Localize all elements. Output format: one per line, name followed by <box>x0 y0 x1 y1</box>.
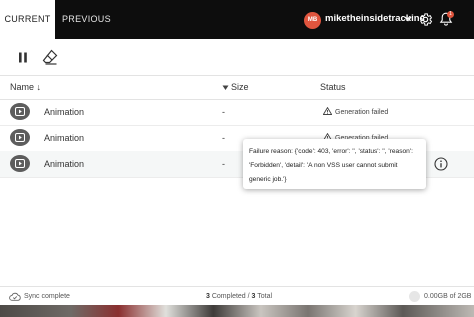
info-icon[interactable] <box>434 157 448 171</box>
row-status-text: Generation failed <box>335 109 389 116</box>
row-name: Animation <box>44 159 85 169</box>
storage-usage: 0.00GB of 2GB <box>424 293 472 300</box>
caret-down-icon <box>222 85 229 90</box>
status-footer: Sync complete 3 Completed / 3 Total 0.00… <box>0 286 474 306</box>
table-header: Name ↓ Size Status <box>0 76 474 100</box>
sync-status: Sync complete <box>24 293 70 300</box>
background-artwork <box>0 305 474 317</box>
video-icon <box>10 155 30 172</box>
row-status: Generation failed <box>322 106 389 116</box>
top-bar: CURRENT PREVIOUS MB miketheinsidetrackin… <box>0 0 474 39</box>
row-name: Animation <box>44 133 85 143</box>
pause-icon[interactable] <box>18 52 28 63</box>
completed-label: Completed / <box>209 293 252 300</box>
column-size-label: Size <box>231 82 249 92</box>
row-size: - <box>222 159 225 169</box>
storage-usage-indicator <box>409 291 420 302</box>
column-status-header[interactable]: Status <box>320 82 346 92</box>
table-row[interactable]: Animation - Generation failed <box>0 99 474 126</box>
row-name: Animation <box>44 107 85 117</box>
column-size-header[interactable]: Size <box>222 82 249 92</box>
eraser-icon[interactable] <box>42 49 58 65</box>
row-size: - <box>222 133 225 143</box>
chevron-down-icon[interactable] <box>404 16 412 22</box>
failure-tooltip: Failure reason: {'code': 403, 'error': '… <box>243 139 426 189</box>
warning-icon <box>322 106 333 115</box>
video-icon <box>10 103 30 120</box>
cloud-sync-icon <box>9 292 21 301</box>
row-size: - <box>222 107 225 117</box>
video-icon <box>10 129 30 146</box>
column-name-header[interactable]: Name ↓ <box>10 82 41 92</box>
toolbar <box>0 39 474 76</box>
gear-icon[interactable] <box>418 12 433 27</box>
tab-previous[interactable]: PREVIOUS <box>62 0 111 39</box>
tab-current[interactable]: CURRENT <box>0 0 55 39</box>
total-label: Total <box>255 293 273 300</box>
avatar[interactable]: MB <box>304 12 321 29</box>
notification-badge: 1 <box>447 11 454 18</box>
job-counts: 3 Completed / 3 Total <box>206 293 272 300</box>
